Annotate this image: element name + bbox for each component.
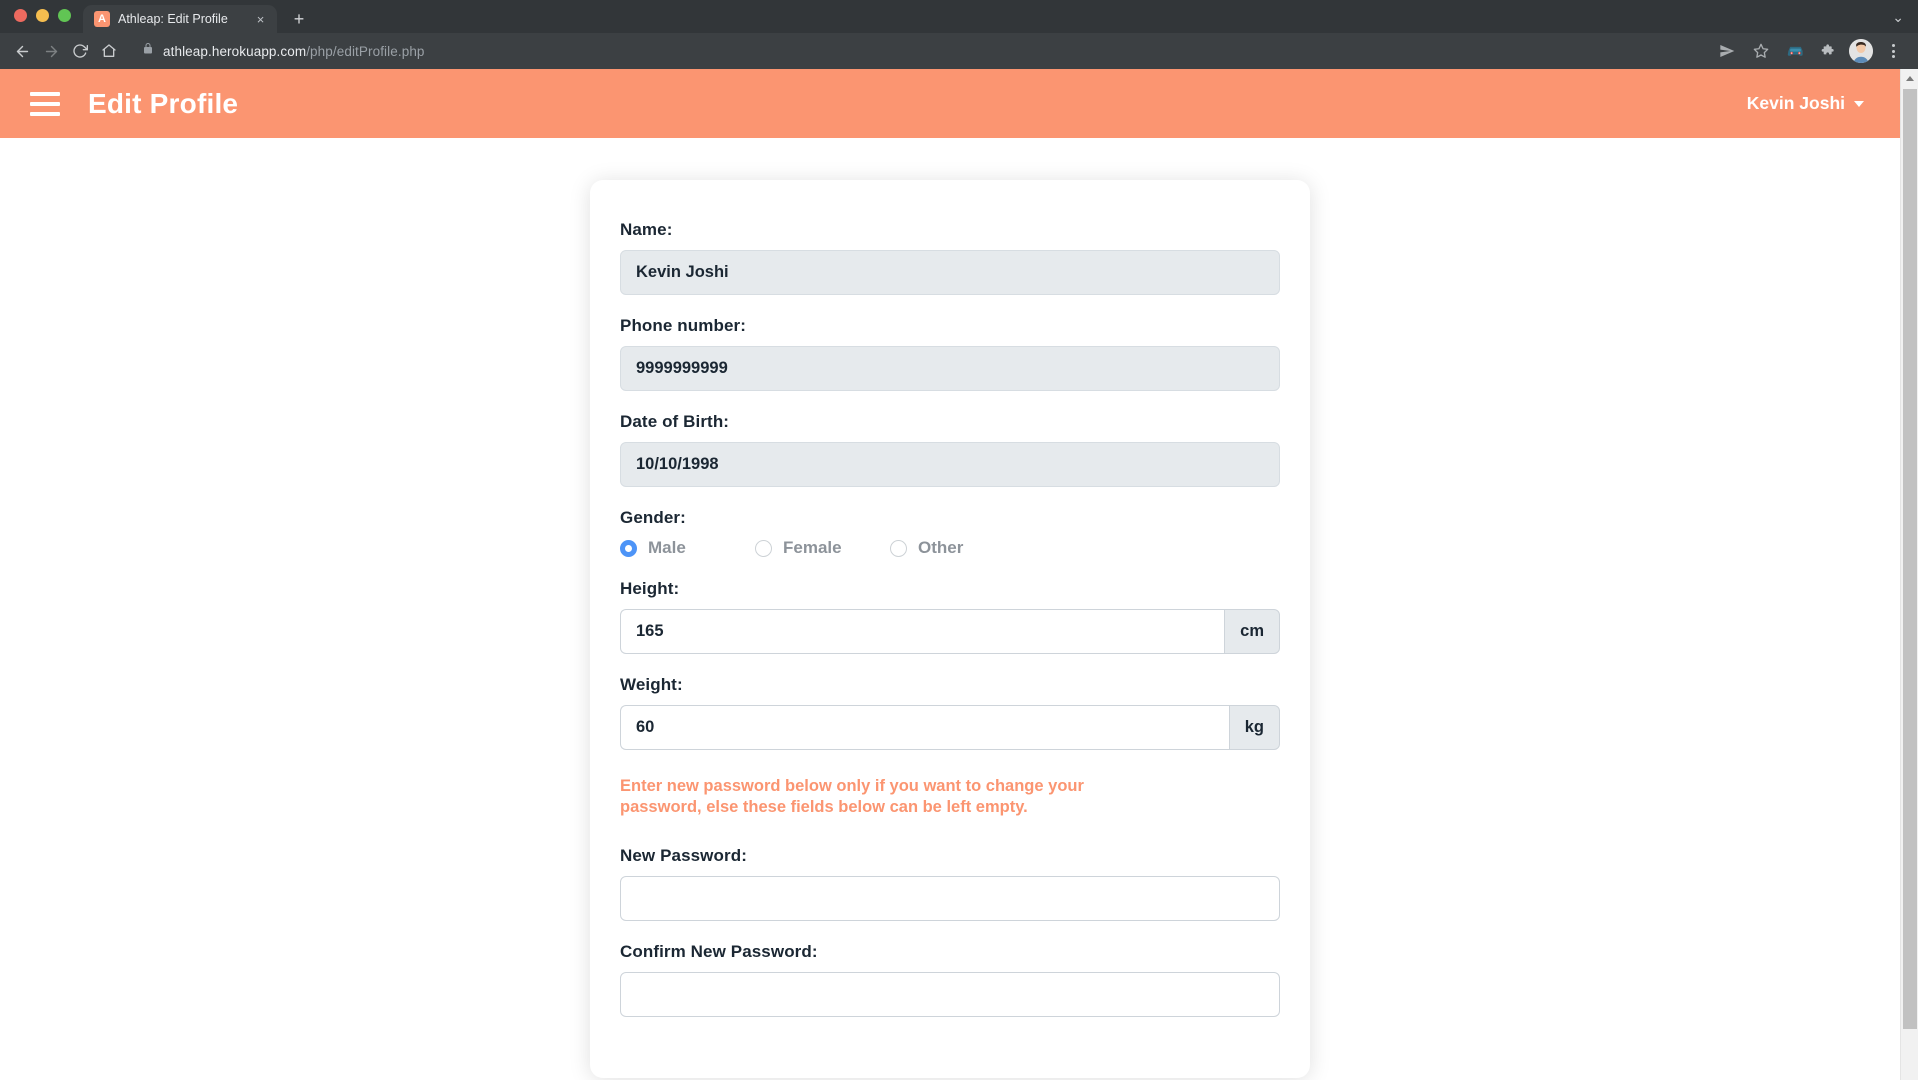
new-tab-button[interactable]: + [285,5,313,33]
toolbar-actions [1707,37,1907,65]
url-domain: athleap.herokuapp.com [163,43,307,59]
dob-label: Date of Birth: [620,412,730,431]
window-collapse-icon[interactable]: ⌄ [1892,9,1918,33]
user-name-label: Kevin Joshi [1746,93,1845,113]
browser-tab[interactable]: A Athleap: Edit Profile × [83,5,277,33]
field-new-password: New Password: [620,846,1280,922]
new-password-label: New Password: [620,846,747,866]
weight-label: Weight: [620,675,683,694]
edit-profile-card: Name: Kevin Joshi Phone number: 99999999… [590,180,1310,1079]
forward-icon[interactable] [37,37,65,65]
close-window-button[interactable] [14,9,27,22]
url-path: /php/editProfile.php [306,43,425,59]
tab-strip: A Athleap: Edit Profile × + ⌄ [0,0,1918,33]
scrollbar-thumb[interactable] [1903,89,1917,1029]
chevron-down-icon [1854,100,1864,107]
profile-avatar[interactable] [1849,39,1873,63]
field-phone: Phone number: 9999999999 [620,316,1280,391]
minimize-window-button[interactable] [36,9,49,22]
new-password-input[interactable] [620,876,1280,922]
weight-input[interactable]: 60 [620,705,1229,750]
reload-icon[interactable] [66,37,94,65]
field-confirm-password: Confirm New Password: [620,942,1280,1018]
weight-unit-addon: kg [1228,705,1280,750]
close-tab-icon[interactable]: × [252,11,269,28]
radio-icon-female[interactable] [755,539,772,557]
field-dob: Date of Birth: 10/10/1998 [620,412,1280,487]
share-icon[interactable] [1713,37,1741,65]
field-gender: Gender: Male Female Other [620,508,1280,558]
browser-window: A Athleap: Edit Profile × + ⌄ athleap.he… [0,0,1918,1080]
height-label: Height: [620,579,680,598]
height-input-group: 165 cm [620,609,1280,654]
radio-label-female: Female [783,538,842,557]
name-input[interactable]: Kevin Joshi [620,250,1280,295]
weight-input-group: 60 kg [620,705,1280,750]
radio-option-male[interactable]: Male [620,538,755,558]
gender-label: Gender: [620,508,686,527]
password-notice-text: Enter new password below only if you wan… [620,777,1084,817]
browser-toolbar: athleap.herokuapp.com/php/editProfile.ph… [0,33,1918,69]
phone-input[interactable]: 9999999999 [620,346,1280,391]
height-input[interactable]: 165 [620,609,1225,654]
form-container: Name: Kevin Joshi Phone number: 99999999… [0,138,1900,1079]
lock-icon [142,42,154,60]
confirm-password-input[interactable] [620,972,1280,1018]
window-controls [0,9,83,33]
back-icon[interactable] [8,37,36,65]
field-weight: Weight: 60 kg [620,675,1280,750]
app-header: Edit Profile Kevin Joshi [0,69,1900,138]
gender-radio-group: Male Female Other [620,538,1280,558]
browser-menu-icon[interactable] [1879,37,1907,65]
radio-label-other: Other [918,538,964,557]
car-extension-icon[interactable] [1781,37,1809,65]
tab-title: Athleap: Edit Profile [118,12,228,26]
url-text: athleap.herokuapp.com/php/editProfile.ph… [163,44,425,59]
field-name: Name: Kevin Joshi [620,220,1280,295]
bookmark-star-icon[interactable] [1747,37,1775,65]
field-height: Height: 165 cm [620,579,1280,654]
page-title: Edit Profile [88,87,239,119]
radio-icon-other[interactable] [890,539,907,557]
scroll-up-arrow-icon[interactable] [1901,69,1918,87]
radio-option-female[interactable]: Female [755,538,890,558]
radio-option-other[interactable]: Other [890,538,1025,558]
phone-label: Phone number: [620,316,746,335]
confirm-password-label: Confirm New Password: [620,942,818,962]
favicon-icon: A [94,11,110,27]
page-scrollbar[interactable] [1900,69,1918,1080]
height-unit-addon: cm [1224,609,1280,654]
name-label: Name: [620,220,673,239]
home-icon[interactable] [95,37,123,65]
page-viewport: Edit Profile Kevin Joshi Name: Kevin Jos… [0,69,1918,1080]
hamburger-menu-icon[interactable] [24,84,66,124]
dob-input[interactable]: 10/10/1998 [620,442,1280,487]
address-bar[interactable]: athleap.herokuapp.com/php/editProfile.ph… [130,38,1706,64]
extensions-puzzle-icon[interactable] [1815,37,1843,65]
radio-label-male: Male [648,538,686,557]
radio-icon-male[interactable] [620,539,637,557]
maximize-window-button[interactable] [58,9,71,22]
user-menu-button[interactable]: Kevin Joshi [1747,93,1864,114]
